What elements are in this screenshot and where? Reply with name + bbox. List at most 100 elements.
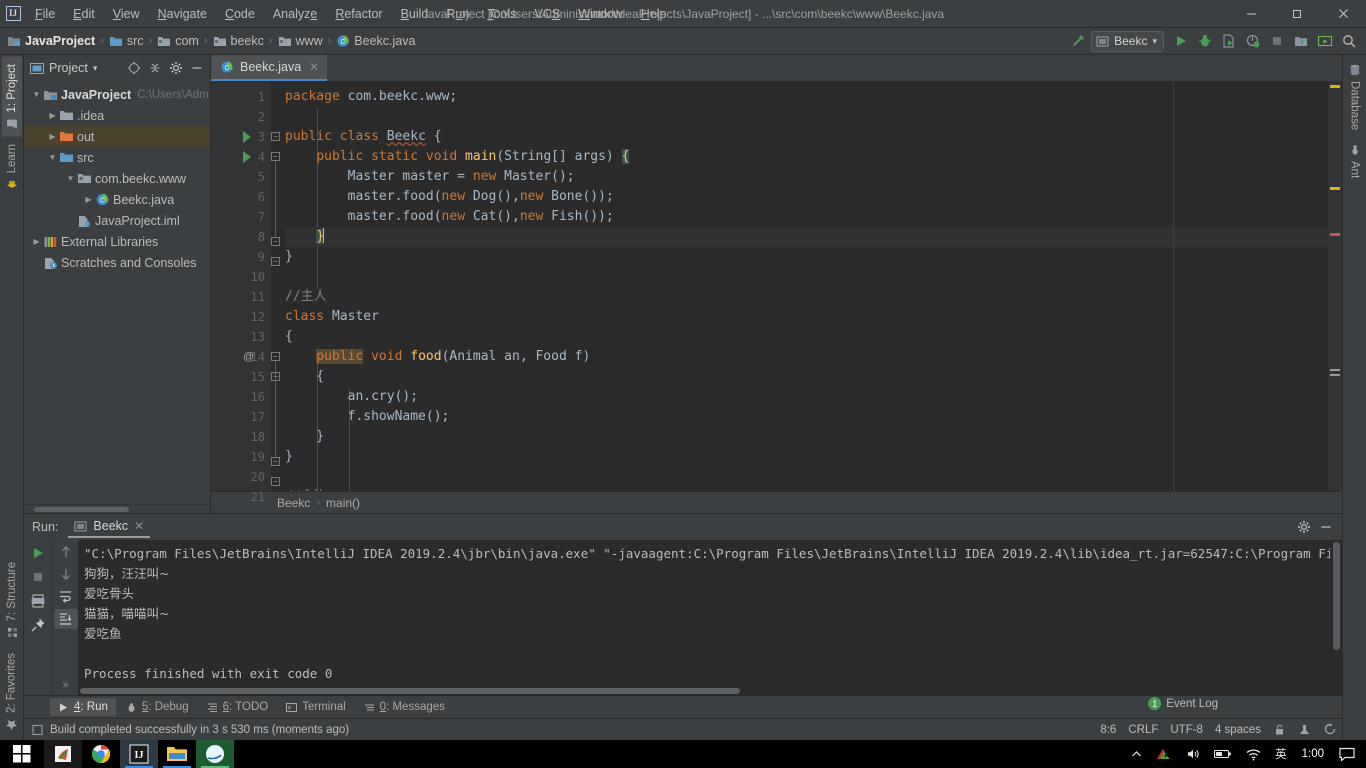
indent-setting[interactable]: 4 spaces [1215,724,1261,736]
event-log-button[interactable]: 1 Event Log [1148,697,1218,710]
fold-minus-icon[interactable]: − [271,372,280,381]
code-line-4[interactable]: public static void main(String[] args) { [285,147,1328,167]
taskbar-app-intellij[interactable]: IJ [120,740,158,768]
settings-gear-icon[interactable] [1294,517,1314,537]
maximize-button[interactable] [1274,0,1320,28]
code-line-1[interactable]: package com.beekc.www; [285,87,1328,107]
rerun-button[interactable] [26,542,50,564]
taskbar-clock[interactable]: 1:00 [1294,748,1332,760]
code-line-19[interactable]: } [285,447,1328,467]
fold-minus-icon[interactable]: − [271,132,280,141]
code-line-17[interactable]: f.showName(); [285,407,1328,427]
code-line-3[interactable]: public class Beekc { [285,127,1328,147]
up-arrow-icon[interactable] [54,542,78,562]
tree-node-package[interactable]: ▼ com.beekc.www [24,168,210,189]
menu-edit[interactable]: Edit [64,3,104,25]
project-horizontal-scrollbar[interactable] [24,504,210,513]
stop-button[interactable] [1266,30,1288,52]
print-button[interactable] [26,590,50,612]
code-line-16[interactable]: an.cry(); [285,387,1328,407]
code-line-6[interactable]: master.food(new Dog(),new Bone()); [285,187,1328,207]
settings-gear-icon[interactable] [166,58,186,78]
tree-node-out[interactable]: ▶ out [24,126,210,147]
console-vertical-scrollbar[interactable] [1330,540,1342,695]
profile-button[interactable] [1242,30,1264,52]
hide-tool-window-button[interactable] [187,58,207,78]
sidebar-item-structure[interactable]: 7: Structure [2,555,22,645]
menu-refactor[interactable]: Refactor [326,3,391,25]
code-line-20[interactable] [285,467,1328,487]
tree-node-external-libraries[interactable]: ▶ External Libraries [24,231,210,252]
project-pane-title[interactable]: Project ▾ [30,61,97,75]
tree-node-beekc-java[interactable]: ▶ C Beekc.java [24,189,210,210]
code-line-15[interactable]: { [285,367,1328,387]
menu-file[interactable]: File [26,3,64,25]
menu-build[interactable]: Build [392,3,438,25]
down-arrow-icon[interactable] [54,564,78,584]
start-icon[interactable] [0,740,44,768]
breadcrumb-com[interactable]: com [154,32,202,50]
fold-minus-icon[interactable]: − [271,237,280,246]
close-icon[interactable]: ✕ [134,519,144,533]
code-text-area[interactable]: − − − − − − − − package com.beekc.www; p… [271,81,1328,491]
chevron-right-icon[interactable]: ▶ [46,132,59,141]
taskbar-app-paint3d[interactable] [44,740,82,768]
code-line-21[interactable]: //食物 [285,487,1328,491]
tree-node-javaproject[interactable]: ▼ JavaProject C:\Users\Adm [24,84,210,105]
project-structure-button[interactable] [1290,30,1312,52]
run-gutter-icon[interactable] [243,131,251,143]
tree-node-src[interactable]: ▼ src [24,147,210,168]
code-line-18[interactable]: } [285,427,1328,447]
chevron-up-icon[interactable] [1124,740,1149,768]
nvidia-icon[interactable] [1149,740,1179,768]
taskbar-app-chrome[interactable] [82,740,120,768]
breadcrumb-method[interactable]: main() [326,496,360,510]
menu-navigate[interactable]: Navigate [149,3,216,25]
search-icon[interactable] [1338,30,1360,52]
info-stripe-mark[interactable] [1330,369,1340,371]
breadcrumb-file[interactable]: C Beekc.java [333,32,418,50]
debug-button[interactable] [1194,30,1216,52]
sidebar-item-project[interactable]: 1: Project [1,57,22,137]
pin-tab-button[interactable] [26,614,50,636]
caret-position[interactable]: 8:6 [1100,724,1116,736]
warning-stripe-mark[interactable] [1330,85,1340,88]
chevron-down-icon[interactable]: ▼ [64,174,77,183]
info-stripe-mark[interactable] [1330,374,1340,376]
breadcrumb-src[interactable]: src [106,32,147,50]
tree-node-idea[interactable]: ▶ .idea [24,105,210,126]
update-running-app-button[interactable] [1314,30,1336,52]
run-gutter-icon[interactable] [243,151,251,163]
breadcrumb-beekc[interactable]: beekc [210,32,267,50]
chevron-down-icon[interactable]: ▼ [46,153,59,162]
editor-gutter[interactable]: 1 2 3 4 5 6 7 8 9 10 11 12 13 @ 14 15 16… [211,81,271,504]
stop-button[interactable] [26,566,50,588]
close-button[interactable] [1320,0,1366,28]
editor-tab-beekc[interactable]: C Beekc.java ✕ [211,55,328,81]
memory-indicator-icon[interactable] [1323,723,1336,736]
fold-minus-icon[interactable]: − [271,457,280,466]
battery-icon[interactable] [1207,740,1239,768]
chevron-right-icon[interactable]: ▶ [46,111,59,120]
fold-minus-icon[interactable]: − [271,257,280,266]
menu-run[interactable]: Run [437,3,478,25]
editor-error-stripe[interactable] [1328,81,1342,491]
code-line-2[interactable] [285,107,1328,127]
error-stripe-mark[interactable] [1330,233,1340,236]
sidebar-item-ant[interactable]: Ant [1345,137,1365,185]
run-configuration-selector[interactable]: Beekc ▾ [1091,30,1164,52]
breadcrumb-class[interactable]: Beekc [277,496,310,510]
volume-icon[interactable] [1179,740,1207,768]
bottom-tab-terminal[interactable]: Terminal [278,698,353,716]
code-line-5[interactable]: Master master = new Master(); [285,167,1328,187]
sidebar-item-database[interactable]: Database [1345,57,1365,137]
sidebar-item-learn[interactable]: Learn [2,137,22,197]
tree-node-iml[interactable]: JavaProject.iml [24,210,210,231]
code-line-14[interactable]: public void food(Animal an, Food f) [285,347,1328,367]
minimize-button[interactable] [1228,0,1274,28]
breadcrumb-www[interactable]: www [275,32,326,50]
notification-icon[interactable] [1332,740,1362,768]
collapse-all-button[interactable] [145,58,165,78]
menu-tools[interactable]: Tools [478,3,525,25]
run-button[interactable] [1170,30,1192,52]
